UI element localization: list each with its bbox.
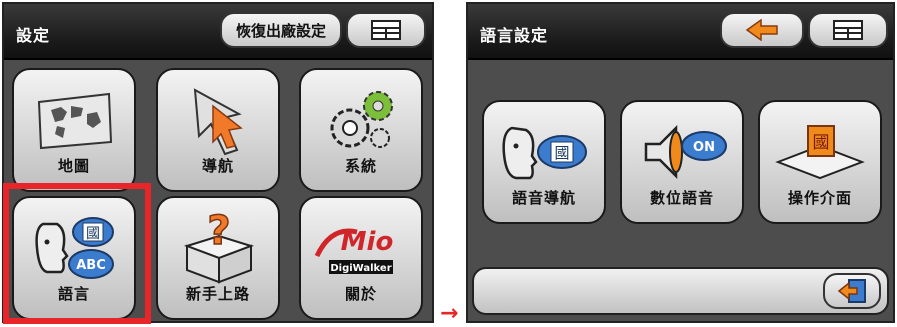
page-title: 設定 [16, 26, 51, 45]
tile-digital-voice-label: 數位語音 [649, 189, 714, 207]
transition-arrow: → [440, 301, 459, 326]
restore-factory-settings-button[interactable]: 恢復出廠設定 [220, 12, 342, 48]
tile-map[interactable]: 地圖 [12, 68, 136, 192]
back-button[interactable] [720, 12, 804, 48]
voice-guide-icon: 國 [484, 116, 604, 188]
grid-menu-button[interactable] [346, 12, 426, 48]
svg-text:?: ? [207, 212, 230, 254]
tile-system-label: 系統 [344, 157, 377, 175]
tile-voice-guidance-label: 語音導航 [511, 189, 576, 207]
gears-icon [301, 84, 421, 156]
tile-voice-guidance[interactable]: 國 語音導航 [482, 100, 606, 224]
map-icon [14, 84, 134, 156]
mio-logo-icon: Mio DigiWalker [301, 212, 421, 284]
tile-navigation-label: 導航 [201, 157, 234, 175]
tile-about[interactable]: Mio DigiWalker 關於 [299, 196, 423, 320]
grid-menu-icon [833, 20, 863, 40]
speaker-on-badge: ON [693, 140, 715, 155]
bottom-bar [472, 267, 889, 315]
tile-interface-label: 操作介面 [787, 189, 852, 207]
tile-about-label: 關於 [344, 285, 377, 303]
title-bar: 設定 恢復出廠設定 [4, 4, 432, 60]
tile-digital-voice[interactable]: ON 數位語音 [620, 100, 744, 224]
tile-map-label: 地圖 [57, 157, 90, 175]
selection-highlight [3, 183, 151, 324]
voice-kanji-text: 國 [554, 144, 569, 162]
tile-navigation[interactable]: 導航 [156, 68, 280, 192]
question-box-icon: ? [158, 212, 278, 284]
speaker-on-icon: ON [622, 116, 742, 188]
grid-menu-button[interactable] [808, 12, 888, 48]
grid-menu-icon [371, 20, 401, 40]
exit-door-icon [837, 279, 866, 303]
exit-button[interactable] [823, 273, 881, 309]
tile-system[interactable]: 系統 [299, 68, 423, 192]
back-arrow-icon [745, 19, 778, 41]
mio-badge-text: DigiWalker [330, 263, 391, 274]
tile-getting-started-label: 新手上路 [185, 285, 250, 303]
page-title: 語言設定 [480, 26, 549, 45]
navigation-arrow-icon [158, 84, 278, 156]
tile-interface[interactable]: 國 操作介面 [758, 100, 882, 224]
interface-flag-icon: 國 [760, 116, 880, 188]
language-settings-screen: 語言設定 國 語音導航 ON 數位語音 國 操作介面 [466, 2, 895, 323]
tile-getting-started[interactable]: ? 新手上路 [156, 196, 280, 320]
mio-brand-text: Mio [341, 227, 394, 257]
title-bar: 語言設定 [468, 4, 893, 60]
interface-kanji-text: 國 [813, 133, 830, 153]
